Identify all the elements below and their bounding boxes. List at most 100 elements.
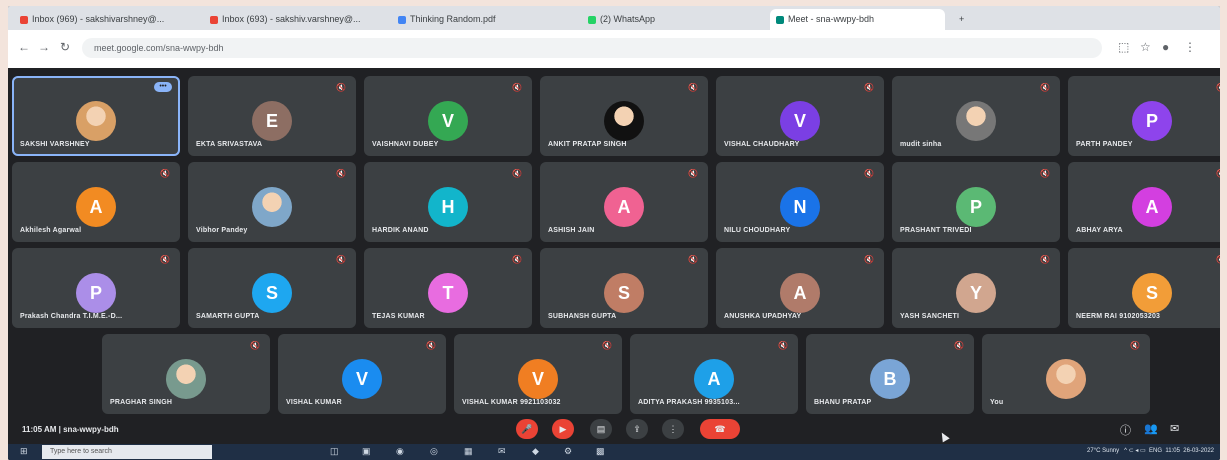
reload-icon[interactable]: ↻ — [60, 40, 70, 54]
tab-favicon-icon — [776, 15, 784, 24]
camera-button[interactable]: ▶ — [552, 419, 574, 439]
mic-muted-icon: 🔇 — [512, 169, 522, 178]
browser-toolbar: ← → ↻ meet.google.com/sna-wwpy-bdh ⬚ ☆ ●… — [8, 30, 1220, 68]
participant-tile[interactable]: A ABHAY ARYA 🔇 — [1068, 162, 1220, 242]
profile-icon[interactable]: ● — [1162, 40, 1169, 54]
participant-tile[interactable]: SNEERM RAI 9102053203 🔇 — [1068, 248, 1220, 328]
tab-bar: Inbox (969) - sakshivarshney@... Inbox (6… — [8, 6, 1220, 30]
end-call-button[interactable]: ☎ — [700, 419, 740, 439]
browser-tab[interactable]: Inbox (693) - sakshiv.varshney@... — [204, 9, 384, 30]
clock-date: 26-03-2022 — [1183, 448, 1214, 454]
settings-icon[interactable]: ⚙ — [564, 446, 572, 457]
participant-avatar: A — [1132, 187, 1172, 227]
more-options-button[interactable]: ⋮ — [662, 419, 684, 439]
mic-button[interactable]: 🎤 — [516, 419, 538, 439]
app-icon[interactable]: ◆ — [532, 446, 539, 457]
participant-avatar: P — [76, 273, 116, 313]
participant-tile[interactable]: You 🔇 — [982, 334, 1150, 414]
participant-tile[interactable]: A Akhilesh Agarwal 🔇 — [12, 162, 180, 242]
participant-name: Akhilesh Agarwal — [20, 227, 82, 234]
participant-tile[interactable]: A ASHISH JAIN 🔇 — [540, 162, 708, 242]
windows-start-icon[interactable]: ⊞ — [20, 446, 28, 457]
extension-icon[interactable]: ⬚ — [1118, 40, 1129, 54]
participant-avatar: V — [780, 101, 820, 141]
clock-time: 11:05 — [1165, 448, 1180, 454]
present-button[interactable]: ⇪ — [626, 419, 648, 439]
mic-muted-icon: 🔇 — [864, 255, 874, 264]
browser-tab[interactable]: Meet - sna-wwpy-bdh — [770, 9, 945, 30]
mic-muted-icon: 🔇 — [864, 169, 874, 178]
participant-tile[interactable]: SAKSHI VARSHNEY ••• — [12, 76, 180, 156]
forward-icon[interactable]: → — [38, 40, 50, 54]
participant-photo — [252, 187, 292, 227]
task-view-icon[interactable]: ◫ — [330, 446, 339, 457]
participant-tile[interactable]: H HARDIK ANAND 🔇 — [364, 162, 532, 242]
mic-muted-icon: 🔇 — [160, 255, 170, 264]
participant-name: NILU CHOUDHARY — [724, 227, 791, 234]
bookmark-icon[interactable]: ☆ — [1140, 40, 1151, 54]
store-icon[interactable]: ▦ — [464, 446, 473, 457]
tray-icons[interactable]: ^ ⊂ ◂ ▭ — [1124, 448, 1146, 454]
participant-avatar: V — [428, 101, 468, 141]
mic-muted-icon: 🔇 — [688, 169, 698, 178]
participant-tile[interactable]: N NILU CHOUDHARY 🔇 — [716, 162, 884, 242]
participant-tile[interactable]: A ANUSHKA UPADHYAY 🔇 — [716, 248, 884, 328]
browser-tab[interactable]: (2) WhatsApp — [582, 9, 762, 30]
participant-name: YASH SANCHETI — [900, 313, 960, 320]
participant-name: EKTA SRIVASTAVA — [196, 141, 263, 148]
new-tab-button[interactable]: + — [953, 9, 977, 30]
menu-icon[interactable]: ⋮ — [1184, 40, 1196, 54]
participant-avatar: T — [428, 273, 468, 313]
participant-tile[interactable]: B BHANU PRATAP 🔇 — [806, 334, 974, 414]
file-explorer-icon[interactable]: ▣ — [362, 446, 371, 457]
mic-muted-icon: 🔇 — [426, 341, 436, 350]
participant-name: VISHAL KUMAR 9921103032 — [462, 399, 561, 406]
back-icon[interactable]: ← — [18, 40, 30, 54]
meet-control-bar: 11:05 AM | sna-wwpy-bdh 🎤 ▶ ▤ ⇪ ⋮ ☎ ⓘ 👥 … — [8, 416, 1220, 444]
mail-icon[interactable]: ✉ — [498, 446, 506, 457]
participant-tile[interactable]: T TEJAS KUMAR 🔇 — [364, 248, 532, 328]
participant-tile[interactable]: S SUBHANSH GUPTA 🔇 — [540, 248, 708, 328]
participant-name: BHANU PRATAP — [814, 399, 872, 406]
participant-tile[interactable]: V VISHAL KUMAR 🔇 — [278, 334, 446, 414]
mic-muted-icon: 🔇 — [1216, 83, 1220, 92]
participant-tile[interactable]: V VISHAL KUMAR 9921103032 🔇 — [454, 334, 622, 414]
participant-tile[interactable]: E EKTA SRIVASTAVA 🔇 — [188, 76, 356, 156]
tab-favicon-icon — [20, 15, 28, 24]
people-icon[interactable]: 👥 — [1144, 422, 1158, 435]
mic-muted-icon: 🔇 — [1040, 83, 1050, 92]
windows-taskbar: ⊞ Type here to search ◫ ▣ ◉ ◎ ▦ ✉ ◆ ⚙ ▩ … — [8, 444, 1220, 460]
captions-button[interactable]: ▤ — [590, 419, 612, 439]
info-icon[interactable]: ⓘ — [1120, 422, 1131, 438]
meeting-info: 11:05 AM | sna-wwpy-bdh — [22, 425, 119, 434]
participant-tile[interactable]: A ADITYA PRAKASH 9935103... 🔇 — [630, 334, 798, 414]
mic-muted-icon: 🔇 — [512, 255, 522, 264]
mic-muted-icon: 🔇 — [336, 169, 346, 178]
mic-muted-icon: 🔇 — [1130, 341, 1140, 350]
participant-tile[interactable]: PRAGHAR SINGH 🔇 — [102, 334, 270, 414]
address-bar[interactable]: meet.google.com/sna-wwpy-bdh — [82, 38, 1102, 58]
participant-tile[interactable]: Y YASH SANCHETI 🔇 — [892, 248, 1060, 328]
participant-tile[interactable]: S SAMARTH GUPTA 🔇 — [188, 248, 356, 328]
edge-icon[interactable]: ◉ — [396, 446, 404, 457]
participant-name: VISHAL KUMAR — [286, 399, 342, 406]
participant-name: NEERM RAI 9102053203 — [1076, 313, 1161, 320]
participant-tile[interactable]: ANKIT PRATAP SINGH 🔇 — [540, 76, 708, 156]
participant-tile[interactable]: PPARTH PANDEY 🔇 — [1068, 76, 1220, 156]
participant-tile[interactable]: V VAISHNAVI DUBEY 🔇 — [364, 76, 532, 156]
browser-tab[interactable]: Inbox (969) - sakshivarshney@... — [14, 9, 196, 30]
photos-icon[interactable]: ▩ — [596, 446, 605, 457]
taskbar-search[interactable]: Type here to search — [42, 445, 212, 459]
participant-name: VISHAL CHAUDHARY — [724, 141, 800, 148]
participant-tile[interactable]: Vibhor Pandey 🔇 — [188, 162, 356, 242]
participant-name: SAMARTH GUPTA — [196, 313, 260, 320]
participant-tile[interactable]: V VISHAL CHAUDHARY 🔇 — [716, 76, 884, 156]
participant-tile[interactable]: P PRASHANT TRIVEDI 🔇 — [892, 162, 1060, 242]
participant-avatar: S — [604, 273, 644, 313]
browser-tab[interactable]: Thinking Random.pdf — [392, 9, 574, 30]
chrome-icon[interactable]: ◎ — [430, 446, 438, 457]
chat-icon[interactable]: ✉ — [1170, 422, 1179, 435]
participant-tile[interactable]: P Prakash Chandra T.I.M.E.-D... 🔇 — [12, 248, 180, 328]
meeting-code: sna-wwpy-bdh — [63, 425, 119, 434]
participant-tile[interactable]: mudit sinha 🔇 — [892, 76, 1060, 156]
